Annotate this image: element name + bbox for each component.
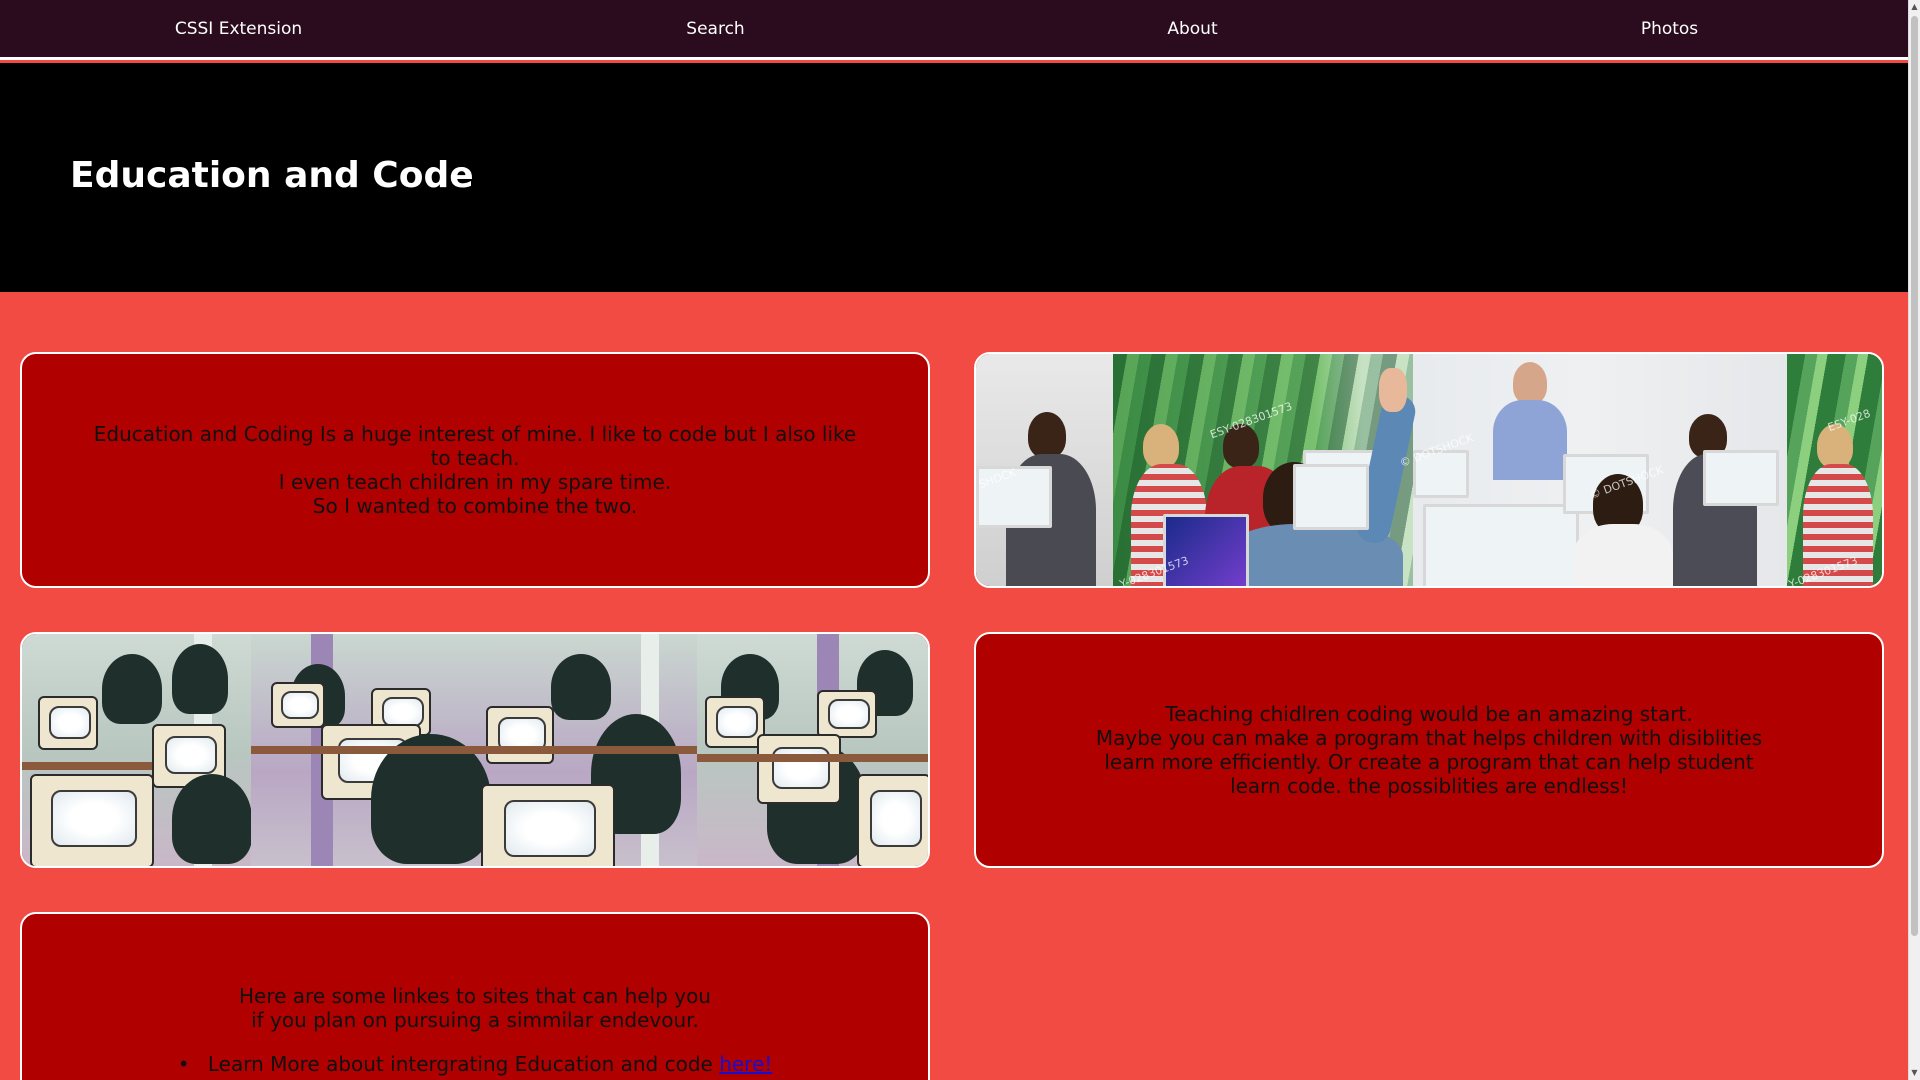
nav-link-cssi-extension[interactable]: CSSI Extension [0, 19, 477, 39]
monitor [1162, 514, 1249, 586]
monitor [1702, 450, 1779, 506]
student-silhouette [550, 654, 611, 720]
teaching-line-1: Teaching chidlren coding would be an ama… [1165, 702, 1693, 726]
classroom-photo: SHOCK ESY-028301573 © DOTSHOCK © DOTSHOC… [976, 354, 1882, 586]
teaching-card: Teaching chidlren coding would be an ama… [974, 632, 1884, 868]
page-title: Education and Code [70, 155, 474, 196]
intro-line-3: So I wanted to combine the two. [312, 494, 638, 518]
intro-line-2: I even teach children in my spare time. [278, 470, 672, 494]
illustration-panel-center [250, 634, 698, 866]
links-intro: Here are some linkes to sites that can h… [239, 984, 711, 1032]
student-silhouette [102, 654, 162, 724]
nav-link-about[interactable]: About [954, 19, 1431, 39]
student-head [1028, 412, 1066, 458]
classroom-photo-card: SHOCK ESY-028301573 © DOTSHOCK © DOTSHOC… [974, 352, 1884, 588]
student-head [1142, 424, 1179, 468]
crt-computer [857, 774, 928, 866]
scroll-up-arrow-icon[interactable]: ▲ [1909, 0, 1920, 14]
scrollbar-thumb[interactable] [1911, 16, 1918, 936]
photo-panel-right: ESY-028 Y-028301573 [1787, 354, 1882, 586]
illustration-panel-right [697, 634, 928, 866]
list-item: Learn More about intergrating Education … [178, 1052, 772, 1076]
links-card: Here are some linkes to sites that can h… [20, 912, 930, 1080]
crt-computer [485, 706, 554, 764]
page-header: Education and Code [0, 63, 1908, 292]
student-silhouette [172, 644, 228, 714]
monitor [1422, 504, 1579, 586]
raised-hand [1378, 368, 1407, 412]
teacher-head [1512, 362, 1547, 404]
teacher-body [1492, 400, 1567, 480]
links-intro-line-1: Here are some linkes to sites that can h… [239, 984, 711, 1008]
desk [250, 746, 698, 754]
crt-computer [817, 690, 878, 738]
nav-link-photos[interactable]: Photos [1431, 19, 1908, 39]
intro-line-1: Education and Coding Is a huge interest … [93, 422, 857, 470]
crt-computer [270, 682, 325, 728]
photo-panel-center: ESY-028301573 © DOTSHOCK © DOTSHOCK Y-02… [1112, 354, 1788, 586]
monitor [1292, 464, 1369, 530]
computer-lab-illustration [22, 634, 928, 866]
watermark: ESY-028 [1826, 406, 1873, 435]
link-list: Learn More about intergrating Education … [178, 1052, 772, 1076]
crt-computer [480, 784, 615, 866]
student-body [1572, 524, 1673, 586]
scroll-down-arrow-icon[interactable]: ▼ [1909, 1066, 1920, 1080]
list-item-text: Learn More about intergrating Education … [207, 1052, 720, 1076]
crt-computer [30, 774, 154, 866]
top-navigation: CSSI Extension Search About Photos [0, 0, 1908, 60]
desk [22, 762, 152, 770]
crt-computer [705, 696, 766, 748]
photo-panel-left: SHOCK [976, 354, 1113, 586]
computer-lab-illustration-card [20, 632, 930, 868]
student-silhouette [172, 774, 251, 864]
illustration-panel-left [22, 634, 251, 866]
crt-computer [757, 734, 842, 804]
here-link[interactable]: here! [719, 1052, 772, 1076]
desk [697, 754, 928, 762]
nav-link-search[interactable]: Search [477, 19, 954, 39]
links-intro-line-2: if you plan on pursuing a simmilar endev… [251, 1008, 699, 1032]
teaching-line-2: Maybe you can make a program that helps … [1095, 726, 1763, 798]
vertical-scrollbar[interactable]: ▲ ▼ [1908, 0, 1920, 1080]
crt-computer [38, 696, 98, 750]
intro-card: Education and Coding Is a huge interest … [20, 352, 930, 588]
